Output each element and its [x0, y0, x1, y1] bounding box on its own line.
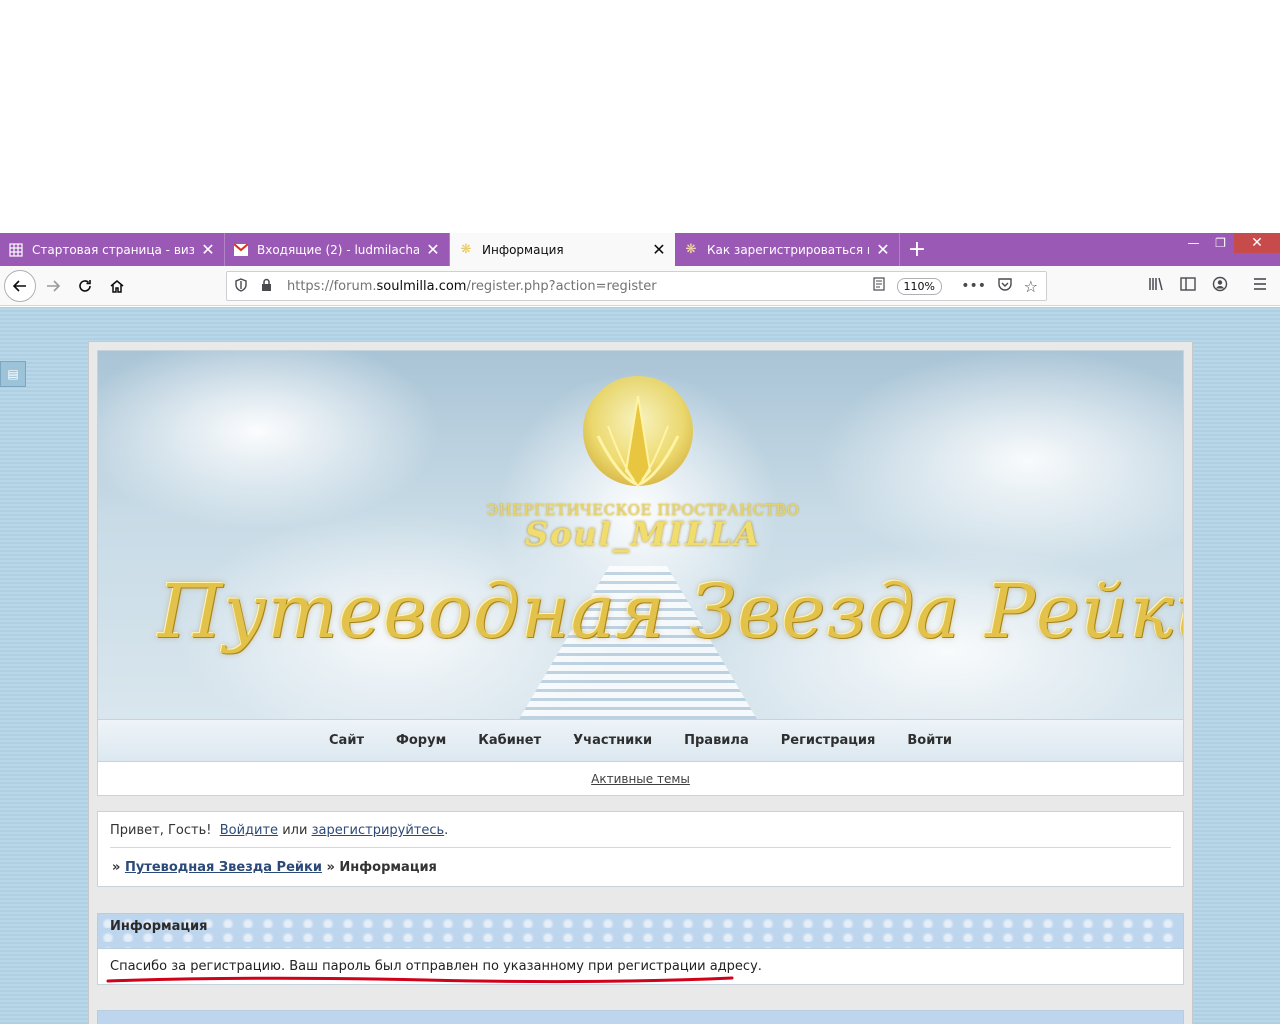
banner-script-title: Путеводная Звезда Рейки: [158, 569, 1184, 655]
tab-title: Как зарегистрироваться на ф: [707, 242, 869, 257]
grid-icon: [8, 242, 24, 258]
breadcrumb-current: Информация: [339, 860, 437, 875]
menu-item-login[interactable]: Войти: [907, 733, 952, 748]
tab-title: Стартовая страница - визуальн: [32, 242, 194, 257]
forum-menu: Сайт Форум Кабинет Участники Правила Рег…: [97, 720, 1184, 762]
side-widget-icon[interactable]: ▤: [0, 361, 26, 387]
home-icon: [110, 280, 124, 293]
forum-banner[interactable]: ЭНЕРГЕТИЧЕСКОЕ ПРОСТРАНСТВО Soul_MILLA П…: [97, 350, 1184, 720]
bookmark-star-icon[interactable]: ☆: [1024, 277, 1038, 296]
site-flower-icon: ❋: [460, 242, 472, 257]
url-path: /register.php?action=register: [466, 278, 657, 294]
breadcrumb-forum-link[interactable]: Путеводная Звезда Рейки: [125, 860, 322, 875]
menu-item-cabinet[interactable]: Кабинет: [478, 733, 541, 748]
arrow-right-icon: [47, 280, 61, 292]
reader-view-icon[interactable]: [872, 277, 886, 295]
tab-start-page[interactable]: Стартовая страница - визуальн ✕: [0, 233, 225, 266]
navigation-toolbar: https://forum.soulmilla.com/register.php…: [0, 266, 1280, 306]
reload-icon: [79, 280, 91, 292]
restore-button[interactable]: ❐: [1207, 233, 1234, 253]
info-message: Спасибо за регистрацию. Ваш пароль был о…: [110, 959, 762, 974]
tab-inbox[interactable]: Входящие (2) - ludmilachasa@ ✕: [225, 233, 450, 266]
or-text: или: [282, 823, 308, 838]
tracking-shield-icon[interactable]: [235, 277, 249, 295]
minimize-button[interactable]: —: [1180, 233, 1207, 253]
menu-hamburger-icon[interactable]: [1252, 276, 1268, 296]
reload-button[interactable]: [70, 271, 100, 301]
breadcrumb-separator: »: [112, 860, 121, 875]
page-viewport: ▤ ЭНЕРГЕТИЧЕСКОЕ ПРОСТРАНСТВО Soul_MILLA…: [0, 307, 1280, 1024]
active-topics-bar: Активные темы: [97, 762, 1184, 796]
greeting-period: .: [444, 823, 449, 838]
breadcrumb: » Путеводная Звезда Рейки » Информация: [112, 860, 437, 875]
logo-name: Soul_MILLA: [524, 515, 762, 553]
menu-item-register[interactable]: Регистрация: [781, 733, 876, 748]
active-topics-link[interactable]: Активные темы: [591, 772, 690, 786]
forum-container: ЭНЕРГЕТИЧЕСКОЕ ПРОСТРАНСТВО Soul_MILLA П…: [88, 341, 1193, 1024]
menu-item-rules[interactable]: Правила: [684, 733, 749, 748]
greeting-text: Привет, Гость!: [110, 823, 212, 838]
tab-information[interactable]: ❋ Информация ✕: [450, 233, 675, 266]
forward-button[interactable]: [38, 271, 68, 301]
page-actions-icon[interactable]: •••: [961, 278, 986, 294]
welcome-box: Привет, Гость! Войдите или зарегистрируй…: [97, 811, 1184, 887]
divider: [110, 847, 1171, 848]
url-text[interactable]: https://forum.soulmilla.com/register.php…: [287, 279, 657, 294]
window-controls: — ❐ ✕: [1180, 233, 1280, 253]
home-button[interactable]: [102, 271, 132, 301]
gmail-icon: [233, 242, 249, 258]
breadcrumb-separator: »: [326, 860, 335, 875]
url-prefix: https://forum.: [287, 278, 377, 294]
site-flower-icon: ❋: [685, 242, 697, 257]
tab-bar: Стартовая страница - визуальн ✕ Входящие…: [0, 233, 1280, 266]
tab-how-to-register[interactable]: ❋ Как зарегистрироваться на ф ✕: [675, 233, 900, 266]
tab-title: Входящие (2) - ludmilachasa@: [257, 242, 419, 257]
arrow-left-icon: [12, 280, 26, 292]
close-window-button[interactable]: ✕: [1234, 233, 1280, 253]
menu-item-site[interactable]: Сайт: [329, 733, 364, 748]
zoom-level[interactable]: 110%: [896, 278, 942, 295]
greeting-line: Привет, Гость! Войдите или зарегистрируй…: [110, 823, 448, 838]
next-section-header: [97, 1010, 1184, 1024]
red-underline-annotation: [106, 976, 734, 984]
account-icon[interactable]: [1212, 276, 1228, 296]
register-link[interactable]: зарегистрируйтесь: [312, 823, 445, 838]
sidebar-icon[interactable]: [1180, 276, 1196, 296]
library-icon[interactable]: [1148, 276, 1164, 296]
lock-icon[interactable]: [261, 278, 275, 294]
menu-item-members[interactable]: Участники: [573, 733, 652, 748]
blank-area: [0, 0, 1280, 233]
close-tab-icon[interactable]: ✕: [875, 241, 891, 258]
info-body: Спасибо за регистрацию. Ваш пароль был о…: [97, 949, 1184, 985]
login-link[interactable]: Войдите: [220, 823, 278, 838]
tab-title: Информация: [482, 242, 564, 257]
close-tab-icon[interactable]: ✕: [651, 241, 667, 258]
lotus-logo-icon: [583, 376, 693, 488]
menu-item-forum[interactable]: Форум: [396, 733, 446, 748]
close-tab-icon[interactable]: ✕: [425, 241, 441, 258]
info-heading: Информация: [97, 913, 1184, 949]
back-button[interactable]: [4, 270, 36, 302]
url-bar[interactable]: https://forum.soulmilla.com/register.php…: [226, 271, 1047, 301]
close-tab-icon[interactable]: ✕: [200, 241, 216, 258]
new-tab-button[interactable]: +: [900, 233, 934, 266]
pocket-icon[interactable]: [998, 277, 1012, 295]
url-domain: soulmilla.com: [376, 278, 467, 294]
